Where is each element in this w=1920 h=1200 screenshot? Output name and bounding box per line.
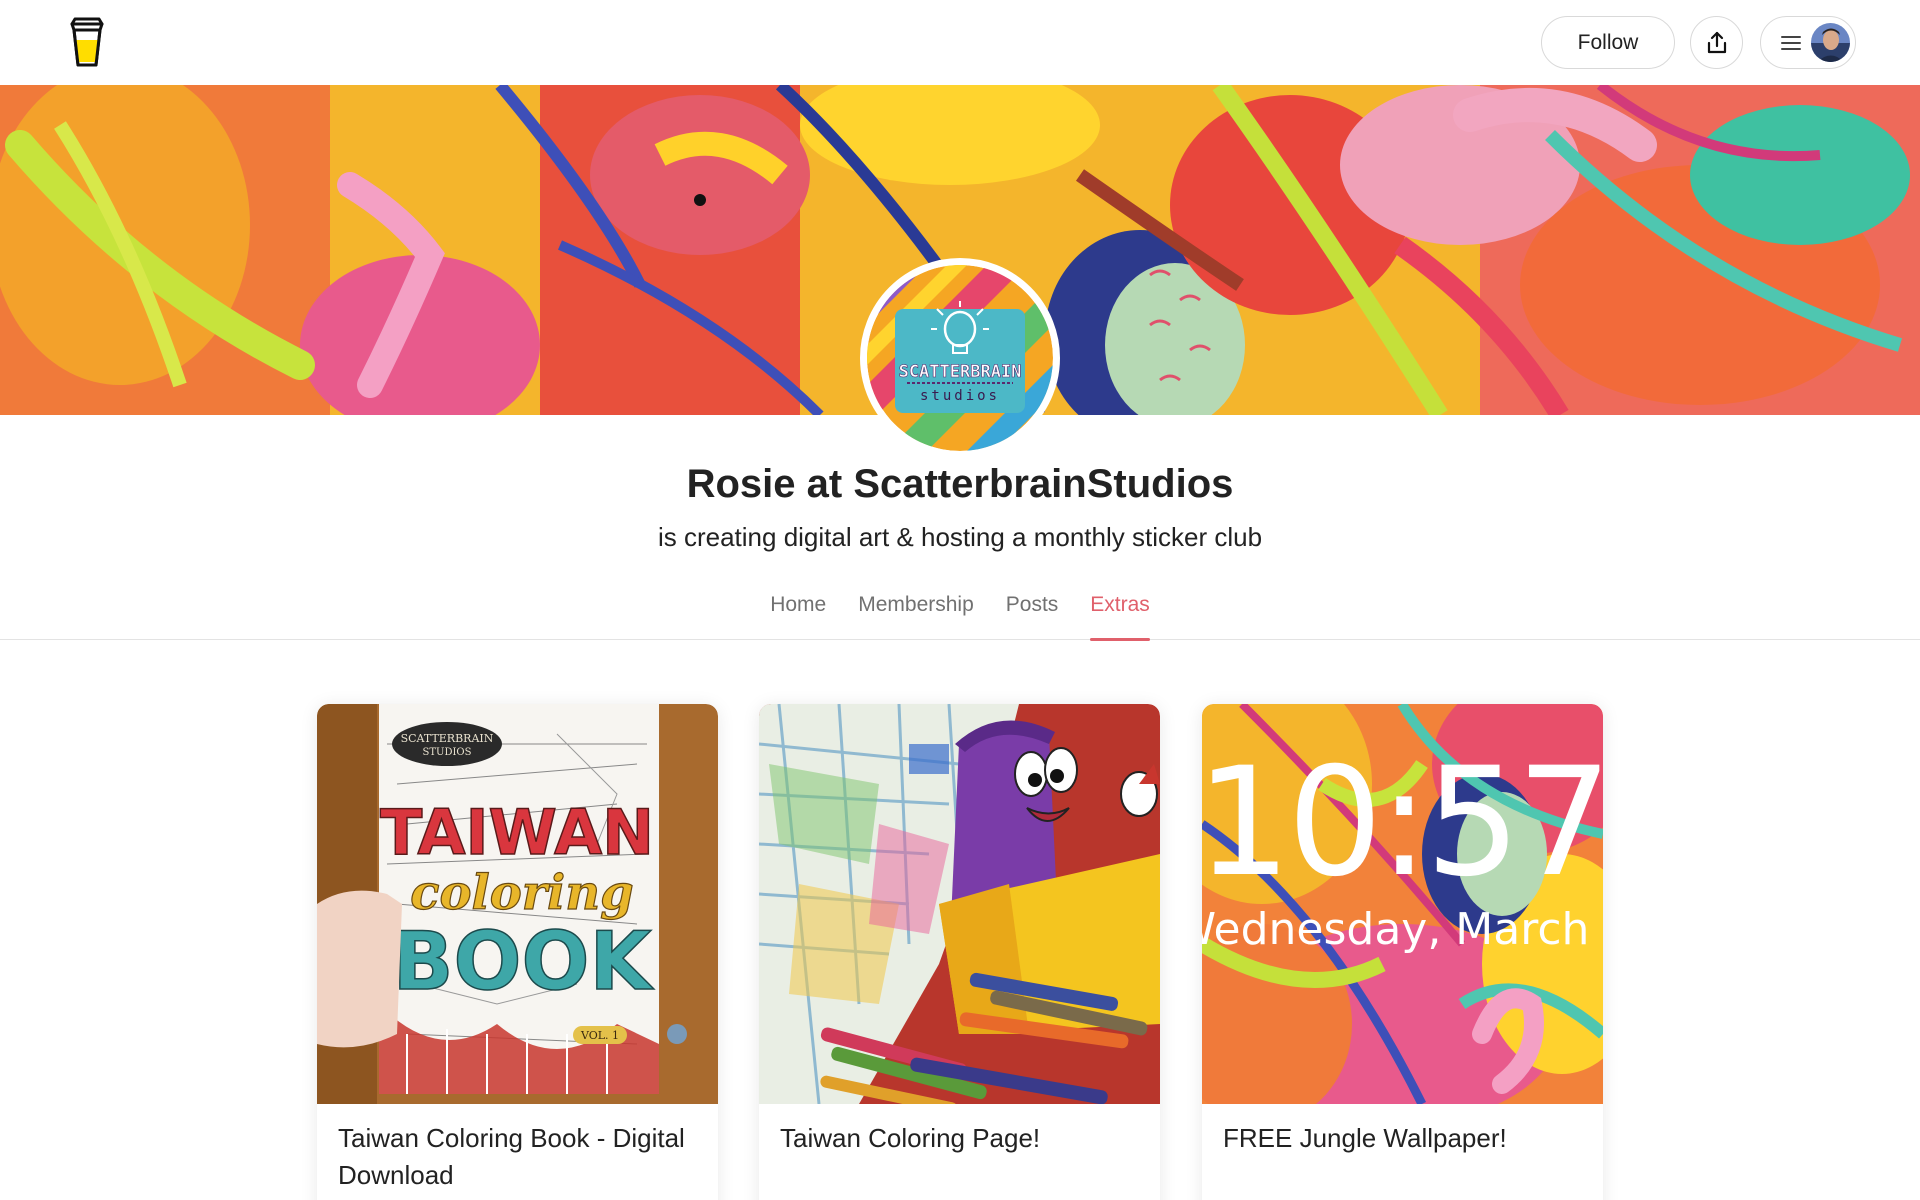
card-title[interactable]: FREE Jungle Wallpaper! [1202, 1104, 1603, 1157]
profile-tabs: Home Membership Posts Extras [0, 585, 1920, 641]
extra-card[interactable]: SCATTERBRAIN STUDIOS TAIWAN coloring BOO… [317, 704, 718, 1200]
svg-text:coloring: coloring [410, 865, 633, 921]
avatar-logo-subtext: studios [920, 388, 1000, 404]
account-menu-button[interactable] [1760, 16, 1856, 69]
wallpaper-date: Wednesday, March 3 [1202, 904, 1603, 955]
jungle-wallpaper-thumbnail: 10:57 Wednesday, March 3 [1202, 704, 1603, 1104]
card-title[interactable]: Taiwan Coloring Book - Digital Download [317, 1104, 718, 1194]
follow-button[interactable]: Follow [1541, 16, 1675, 69]
coloring-book-thumbnail: SCATTERBRAIN STUDIOS TAIWAN coloring BOO… [317, 704, 718, 1104]
svg-text:TAIWAN: TAIWAN [380, 796, 654, 869]
wallpaper-clock: 10:57 [1202, 736, 1603, 910]
svg-text:BOOK: BOOK [393, 915, 655, 1008]
tab-extras[interactable]: Extras [1090, 585, 1150, 641]
svg-text:STUDIOS: STUDIOS [423, 747, 472, 758]
creator-name: Rosie at ScatterbrainStudios [686, 462, 1234, 506]
creator-avatar: SCATTERBRAIN studios [860, 258, 1060, 458]
svg-text:SCATTERBRAIN: SCATTERBRAIN [401, 732, 494, 745]
avatar-logo-text: SCATTERBRAIN [899, 362, 1022, 382]
top-navigation-bar: Follow [0, 0, 1920, 85]
tab-membership[interactable]: Membership [858, 585, 974, 640]
user-avatar [1811, 23, 1850, 62]
extra-card[interactable]: 10:57 Wednesday, March 3 FREE Jungle Wal… [1202, 704, 1603, 1200]
share-upload-icon [1707, 31, 1726, 53]
svg-text:VOL. 1: VOL. 1 [580, 1029, 619, 1042]
creator-tagline: is creating digital art & hosting a mont… [657, 522, 1263, 552]
hamburger-menu-icon [1781, 36, 1801, 50]
coloring-page-thumbnail [759, 704, 1160, 1104]
tab-posts[interactable]: Posts [1006, 585, 1059, 640]
extra-card[interactable]: Taiwan Coloring Page! [759, 704, 1160, 1200]
tab-home[interactable]: Home [770, 585, 826, 640]
card-title[interactable]: Taiwan Coloring Page! [759, 1104, 1160, 1157]
share-button[interactable] [1690, 16, 1743, 69]
buy-me-a-coffee-logo-icon[interactable] [68, 16, 106, 68]
